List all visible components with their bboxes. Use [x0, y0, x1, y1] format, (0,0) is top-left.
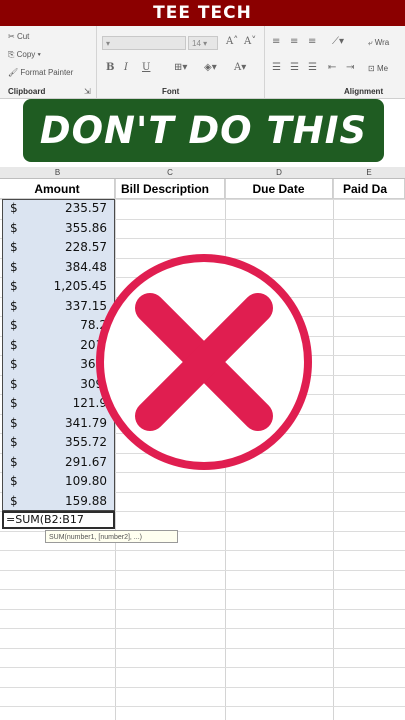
currency-symbol: $	[10, 396, 18, 410]
formula-cell[interactable]: =SUM(B2:B17	[2, 511, 115, 529]
copy-button[interactable]: ⎘ Copy ▾	[8, 50, 41, 60]
column-header-d[interactable]: D	[225, 167, 333, 179]
align-middle-icon[interactable]: ≡	[290, 36, 298, 47]
amount-value: 159.88	[65, 493, 107, 508]
alignment-group: ≡ ≡ ≡ ⟋▾ ⤶ Wra ☰ ☰ ☰ ⇤ ⇥ ⊡ Me Alignment	[264, 26, 405, 98]
currency-symbol: $	[10, 493, 18, 508]
grid-line	[0, 569, 405, 571]
channel-title: TEE TECH	[153, 3, 252, 23]
table-row[interactable]: $109.80	[2, 472, 114, 491]
amount-value: 235.57	[65, 201, 107, 215]
italic-button[interactable]: I	[124, 62, 128, 73]
currency-symbol: $	[10, 201, 18, 215]
grid-line	[0, 589, 405, 590]
underline-button[interactable]: U	[142, 62, 150, 73]
currency-symbol: $	[10, 415, 18, 430]
currency-symbol: $	[10, 474, 18, 488]
amount-value: 109.80	[65, 474, 107, 488]
align-right-icon[interactable]: ☰	[308, 62, 317, 73]
alignment-label: Alignment	[344, 87, 384, 96]
clipboard-group: ✂ Cut ⎘ Copy ▾ 🖌 Format Painter Clipboar…	[0, 26, 97, 98]
top-title-bar: TEE TECH	[0, 0, 405, 26]
decrease-indent-icon[interactable]: ⇤	[328, 62, 336, 73]
function-tooltip[interactable]: SUM(number1, [number2], ...)	[45, 530, 178, 543]
column-header-b[interactable]: B	[0, 167, 115, 179]
column-header-c[interactable]: C	[115, 167, 225, 179]
currency-symbol: $	[10, 318, 18, 332]
clipboard-label: Clipboard	[8, 87, 46, 96]
currency-symbol: $	[10, 240, 18, 254]
grid-line	[0, 647, 405, 649]
font-color-icon[interactable]: A▾	[234, 62, 246, 73]
align-top-icon[interactable]: ≡	[272, 36, 280, 47]
orientation-icon[interactable]: ⟋▾	[332, 36, 344, 47]
amount-value: 355.86	[65, 220, 107, 235]
clipboard-launcher-icon[interactable]: ⇲	[84, 87, 91, 96]
grid-line	[0, 608, 405, 610]
merge-center-button[interactable]: ⊡ Me	[368, 64, 388, 73]
format-painter-button[interactable]: 🖌 Format Painter	[8, 68, 73, 77]
font-size-select[interactable]: 14 ▾	[188, 36, 218, 50]
grid-line	[0, 628, 405, 629]
increase-indent-icon[interactable]: ⇥	[346, 62, 354, 73]
font-group: ▾ 14 ▾ A˄ A˅ B I U ⊞▾ ◈▾ A▾ Font	[96, 26, 265, 98]
borders-icon[interactable]: ⊞▾	[174, 62, 187, 73]
header-amount[interactable]: Amount	[0, 179, 115, 199]
fill-color-icon[interactable]: ◈▾	[204, 62, 217, 73]
table-row[interactable]: $235.57	[2, 199, 114, 218]
wrap-text-button[interactable]: ⤶ Wra	[368, 38, 389, 48]
x-mark-icon	[96, 254, 312, 470]
bold-button[interactable]: B	[106, 62, 114, 73]
table-row[interactable]: $355.86	[2, 219, 114, 238]
header-paid-date[interactable]: Paid Da	[333, 179, 405, 199]
grid-line	[0, 686, 405, 688]
currency-symbol: $	[10, 220, 18, 235]
grid-line	[0, 667, 405, 668]
warning-banner: DON'T DO THIS	[23, 99, 384, 162]
grid-line	[0, 550, 405, 551]
currency-symbol: $	[10, 454, 18, 469]
grow-font-icon[interactable]: A˄	[226, 36, 238, 47]
cut-button[interactable]: ✂ Cut	[8, 32, 29, 41]
currency-symbol: $	[10, 376, 18, 391]
table-row[interactable]: $159.88	[2, 492, 114, 511]
currency-symbol: $	[10, 279, 18, 293]
grid-line	[0, 706, 405, 707]
currency-symbol: $	[10, 357, 18, 371]
font-label: Font	[162, 87, 180, 96]
align-center-icon[interactable]: ☰	[290, 62, 299, 73]
header-due-date[interactable]: Due Date	[225, 179, 333, 199]
align-left-icon[interactable]: ☰	[272, 62, 281, 73]
amount-value: 228.57	[65, 240, 107, 254]
currency-symbol: $	[10, 259, 18, 274]
ribbon: ✂ Cut ⎘ Copy ▾ 🖌 Format Painter Clipboar…	[0, 26, 405, 99]
currency-symbol: $	[10, 337, 18, 352]
currency-symbol: $	[10, 298, 18, 313]
banner-text: DON'T DO THIS	[39, 109, 368, 152]
column-header-e[interactable]: E	[333, 167, 405, 179]
header-bill-description[interactable]: Bill Description	[115, 179, 225, 199]
font-name-select[interactable]: ▾	[102, 36, 186, 50]
currency-symbol: $	[10, 435, 18, 449]
align-bottom-icon[interactable]: ≡	[308, 36, 316, 47]
shrink-font-icon[interactable]: A˅	[244, 36, 256, 47]
grid-line	[333, 179, 334, 720]
